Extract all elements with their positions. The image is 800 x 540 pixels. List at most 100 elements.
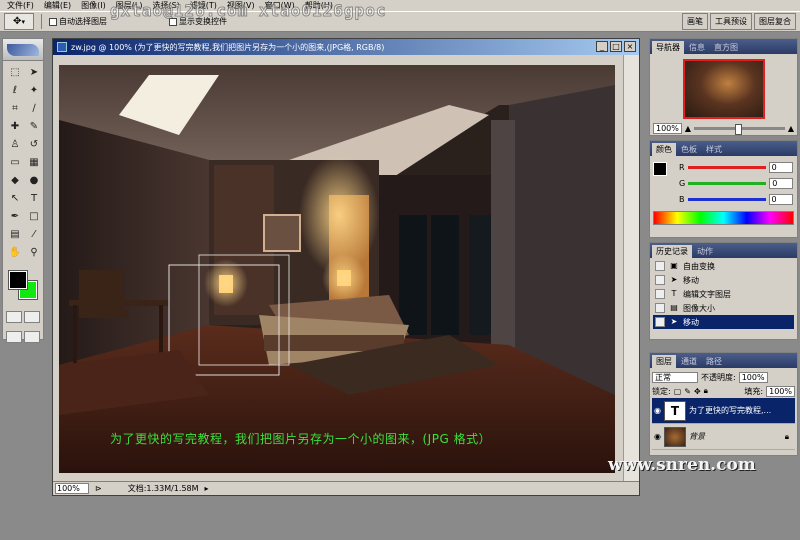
feather-logo-icon[interactable] xyxy=(7,43,39,56)
history-brush-icon[interactable]: ↺ xyxy=(25,136,43,153)
zoom-level-field[interactable]: 100% xyxy=(55,483,89,494)
image-canvas[interactable] xyxy=(59,65,615,473)
eyedropper-icon[interactable]: ⁄ xyxy=(25,226,43,243)
layer-row-text[interactable]: ◉ T 为了更快的写完教程,... xyxy=(652,398,795,424)
menu-help[interactable]: 帮助(H) xyxy=(300,0,338,11)
lock-all-icon[interactable]: 🔒︎ xyxy=(704,386,708,396)
lock-transparency-icon[interactable]: ▢ xyxy=(674,387,682,396)
color-fg-swatch[interactable] xyxy=(653,162,667,176)
tab-styles[interactable]: 样式 xyxy=(702,143,726,156)
layer-row-background[interactable]: ◉ 背景 🔒︎ xyxy=(652,424,795,450)
well-tab-layer-comps[interactable]: 图层复合 xyxy=(754,13,796,30)
history-brush-source-box[interactable] xyxy=(655,317,665,327)
checkbox-box[interactable] xyxy=(169,17,177,26)
zoom-out-icon[interactable]: ▲ xyxy=(685,124,691,133)
zoom-slider[interactable] xyxy=(694,124,785,135)
close-button[interactable]: × xyxy=(624,41,636,52)
standard-mode-button[interactable] xyxy=(6,311,22,323)
lock-position-icon[interactable]: ✥ xyxy=(694,387,701,396)
blue-slider[interactable] xyxy=(687,197,766,201)
tab-color[interactable]: 颜色 xyxy=(652,143,676,156)
status-arrow-icon[interactable]: ▸ xyxy=(205,484,209,493)
pen-tool-icon[interactable]: ✒ xyxy=(6,208,24,225)
well-tab-tool-presets[interactable]: 工具预设 xyxy=(710,13,752,30)
lasso-tool-icon[interactable]: ℓ xyxy=(6,82,24,99)
status-menu-icon[interactable]: ⊳ xyxy=(95,484,102,493)
tool-preset-picker[interactable]: ✥ ▾ xyxy=(4,13,34,30)
document-titlebar[interactable]: zw.jpg @ 100% (为了更快的写完教程,我们把图片另存为一个小的图来,… xyxy=(53,39,639,55)
tab-swatches[interactable]: 色板 xyxy=(677,143,701,156)
menu-image[interactable]: 图像(I) xyxy=(76,0,111,11)
jump-to-imageready-button[interactable] xyxy=(24,331,40,343)
tab-actions[interactable]: 动作 xyxy=(693,245,717,258)
auto-select-checkbox[interactable]: 自动选择图层 xyxy=(49,16,107,27)
history-item[interactable]: ▣ 自由变换 xyxy=(653,259,794,273)
history-item[interactable]: ➤ 移动 xyxy=(653,273,794,287)
maximize-button[interactable]: □ xyxy=(610,41,622,52)
shape-tool-icon[interactable]: □ xyxy=(25,208,43,225)
red-value[interactable]: 0 xyxy=(768,161,793,173)
color-spectrum-bar[interactable] xyxy=(653,211,794,225)
menu-layer[interactable]: 图层(L) xyxy=(111,0,148,11)
hand-tool-icon[interactable]: ✋ xyxy=(6,244,24,261)
history-item[interactable]: ▤ 图像大小 xyxy=(653,301,794,315)
blur-tool-icon[interactable]: ◆ xyxy=(6,172,24,189)
eye-icon[interactable]: ◉ xyxy=(654,406,661,415)
tab-histogram[interactable]: 直方图 xyxy=(710,41,742,54)
tab-layers[interactable]: 图层 xyxy=(652,355,676,368)
well-tab-brushes[interactable]: 画笔 xyxy=(682,13,708,30)
history-brush-source-box[interactable] xyxy=(655,303,665,313)
brush-tool-icon[interactable]: ✎ xyxy=(25,118,43,135)
history-item-selected[interactable]: ➤ 移动 xyxy=(653,315,794,329)
blue-value[interactable]: 0 xyxy=(768,193,793,205)
tab-paths[interactable]: 路径 xyxy=(702,355,726,368)
foreground-color-swatch[interactable] xyxy=(8,270,28,290)
menu-filter[interactable]: 滤镜(T) xyxy=(185,0,222,11)
menu-edit[interactable]: 编辑(E) xyxy=(39,0,76,11)
slice-tool-icon[interactable]: ∕ xyxy=(25,100,43,117)
history-item[interactable]: T 编辑文字图层 xyxy=(653,287,794,301)
notes-tool-icon[interactable]: ▤ xyxy=(6,226,24,243)
tab-navigator[interactable]: 导航器 xyxy=(652,41,684,54)
zoom-tool-icon[interactable]: ⚲ xyxy=(25,244,43,261)
menu-view[interactable]: 视图(V) xyxy=(222,0,260,11)
menu-window[interactable]: 窗口(W) xyxy=(260,0,300,11)
tab-history[interactable]: 历史记录 xyxy=(652,245,692,258)
checkbox-box[interactable] xyxy=(49,17,57,26)
zoom-in-icon[interactable]: ▲ xyxy=(788,124,794,133)
marquee-tool-icon[interactable]: ⬚ xyxy=(6,64,24,81)
crop-tool-icon[interactable]: ⌗ xyxy=(6,100,24,117)
history-brush-source-box[interactable] xyxy=(655,275,665,285)
lock-image-icon[interactable]: ✎ xyxy=(684,387,691,396)
eye-icon[interactable]: ◉ xyxy=(654,432,661,441)
dodge-tool-icon[interactable]: ● xyxy=(25,172,43,189)
menu-select[interactable]: 选择(S) xyxy=(147,0,184,11)
history-brush-source-box[interactable] xyxy=(655,289,665,299)
minimize-button[interactable]: _ xyxy=(596,41,608,52)
tab-channels[interactable]: 通道 xyxy=(677,355,701,368)
type-tool-icon[interactable]: T xyxy=(25,190,43,207)
red-slider[interactable] xyxy=(687,165,766,169)
gradient-tool-icon[interactable]: ▦ xyxy=(25,154,43,171)
magic-wand-icon[interactable]: ✦ xyxy=(25,82,43,99)
clone-stamp-icon[interactable]: ♙ xyxy=(6,136,24,153)
blend-mode-select[interactable]: 正常 xyxy=(652,371,698,383)
green-value[interactable]: 0 xyxy=(769,177,794,189)
navigator-zoom-field[interactable]: 100% xyxy=(653,123,682,134)
move-tool-icon[interactable]: ➤ xyxy=(25,64,43,81)
tab-info[interactable]: 信息 xyxy=(685,41,709,54)
history-brush-source-box[interactable] xyxy=(655,261,665,271)
green-slider[interactable] xyxy=(688,181,767,185)
path-select-icon[interactable]: ↖ xyxy=(6,190,24,207)
vertical-scrollbar[interactable] xyxy=(623,55,639,481)
opacity-field[interactable]: 100% xyxy=(738,371,768,383)
fill-field[interactable]: 100% xyxy=(766,385,795,397)
healing-brush-icon[interactable]: ✚ xyxy=(6,118,24,135)
navigator-thumbnail[interactable] xyxy=(682,59,765,119)
opacity-label: 不透明度: xyxy=(701,372,736,382)
quick-mask-button[interactable] xyxy=(24,311,40,323)
menu-file[interactable]: 文件(F) xyxy=(2,0,39,11)
eraser-tool-icon[interactable]: ▭ xyxy=(6,154,24,171)
screen-mode-button[interactable] xyxy=(6,331,22,343)
show-bounds-checkbox[interactable]: 显示变换控件 xyxy=(169,16,227,27)
